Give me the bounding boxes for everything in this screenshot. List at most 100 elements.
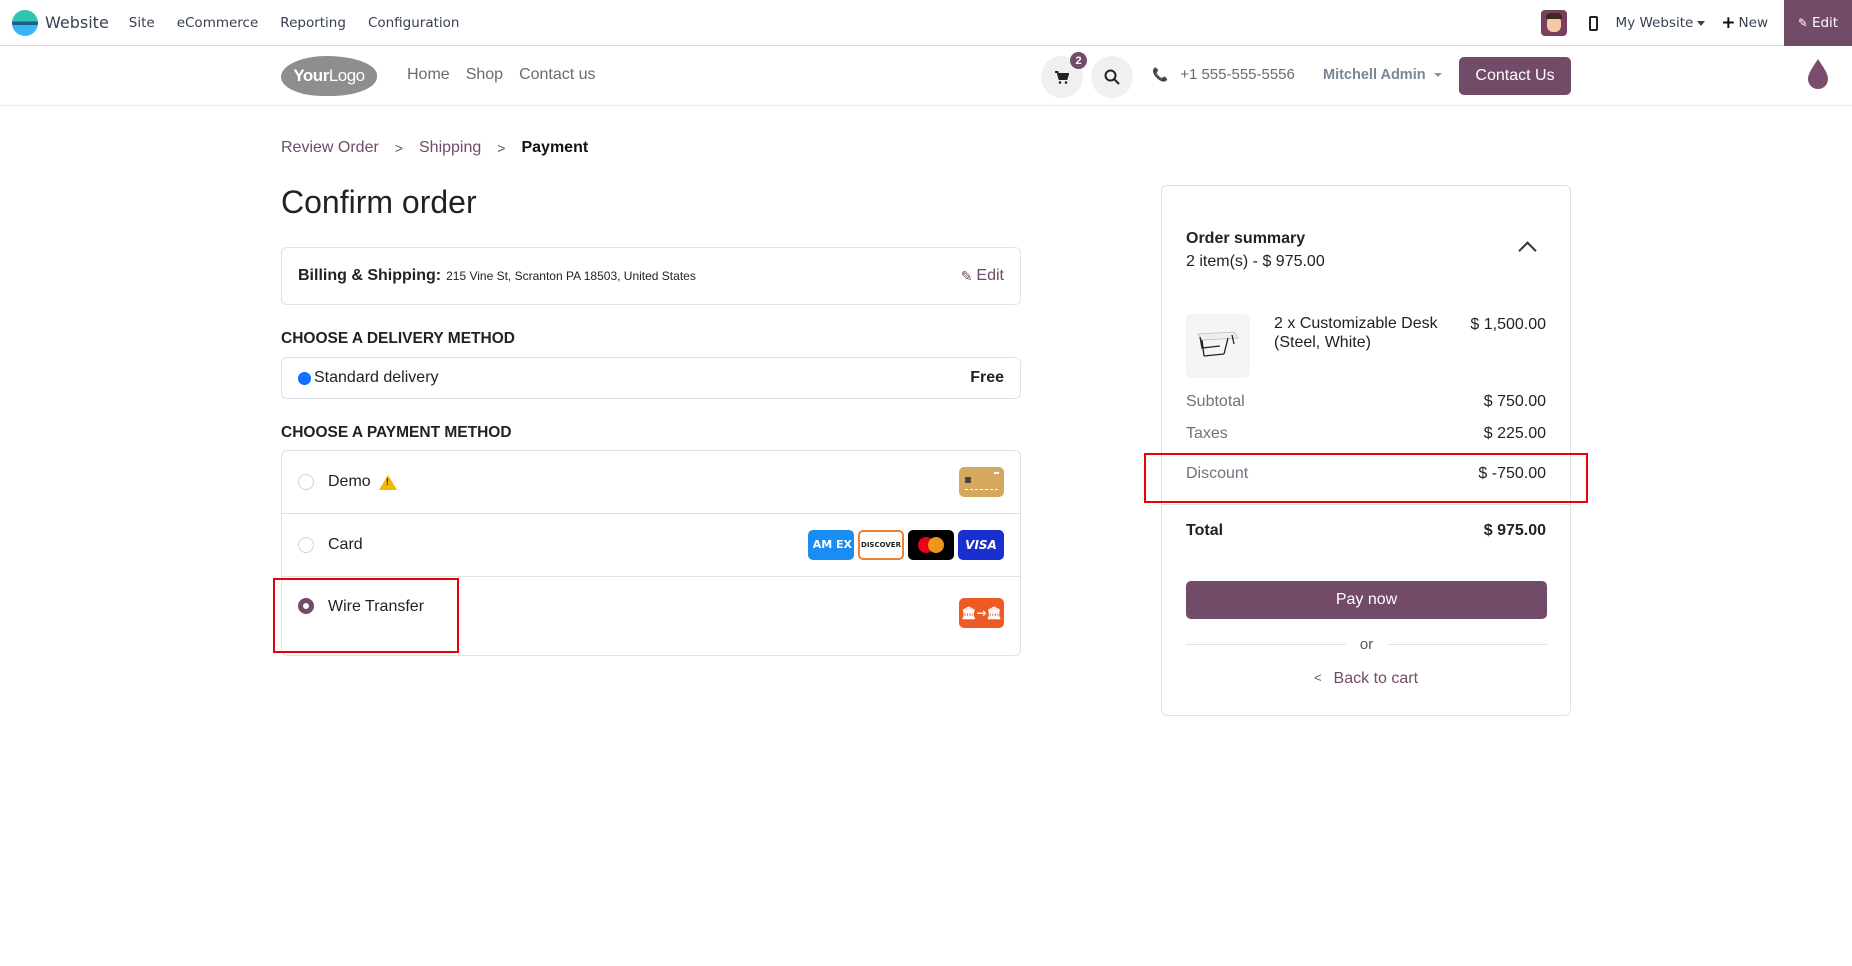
subtotal-value: $ 750.00 bbox=[1483, 393, 1546, 410]
breadcrumb-payment: Payment bbox=[521, 139, 589, 156]
nav-contact-us[interactable]: Contact us bbox=[519, 66, 595, 84]
edit-label: Edit bbox=[1811, 15, 1839, 31]
caret-down-icon bbox=[1433, 73, 1442, 77]
website-selector-label: My Website bbox=[1615, 15, 1694, 31]
total-label: Total bbox=[1186, 522, 1224, 539]
payment-methods-list: Demo Card AM EX DISCOVER VISA Wire Trans… bbox=[281, 450, 1021, 656]
checkout-breadcrumb: Review Order > Shipping > Payment bbox=[281, 139, 588, 157]
user-avatar[interactable] bbox=[1540, 10, 1567, 36]
delivery-method-heading: Choose a delivery method bbox=[281, 330, 515, 347]
menu-site[interactable]: Site bbox=[129, 15, 155, 31]
pay-now-button[interactable]: Pay now bbox=[1186, 581, 1547, 619]
wire-transfer-icon: 🏛→🏛 bbox=[959, 598, 1004, 628]
or-text: or bbox=[1359, 635, 1374, 653]
warning-icon bbox=[378, 474, 397, 490]
breadcrumb-review-order[interactable]: Review Order bbox=[281, 139, 379, 157]
pencil-icon: ✎ bbox=[1797, 16, 1808, 30]
delivery-option[interactable]: Standard delivery Free bbox=[281, 357, 1021, 399]
back-to-cart-label: Back to cart bbox=[1333, 670, 1419, 687]
amex-icon: AM EX bbox=[808, 530, 854, 560]
cart-count-badge: 2 bbox=[1070, 52, 1087, 69]
payment-option-wire-transfer[interactable]: Wire Transfer 🏛→🏛 bbox=[282, 577, 1020, 655]
contact-us-button[interactable]: Contact Us bbox=[1459, 57, 1571, 95]
total-value: $ 975.00 bbox=[1483, 522, 1546, 539]
billing-address: 215 Vine St, Scranton PA 18503, United S… bbox=[446, 269, 696, 283]
desk-icon bbox=[1197, 331, 1239, 357]
edit-address-link[interactable]: ✎ Edit bbox=[961, 267, 1004, 285]
user-name: Mitchell Admin bbox=[1323, 67, 1426, 83]
menu-ecommerce[interactable]: eCommerce bbox=[177, 15, 259, 31]
page-title: Confirm order bbox=[281, 184, 477, 220]
breadcrumb-shipping[interactable]: Shipping bbox=[419, 139, 481, 157]
app-brand[interactable]: Website bbox=[12, 9, 109, 36]
search-icon bbox=[1104, 69, 1120, 85]
breadcrumb-separator: > bbox=[394, 140, 403, 156]
discover-icon: DISCOVER bbox=[858, 530, 904, 560]
cart-icon bbox=[1055, 70, 1069, 84]
taxes-label: Taxes bbox=[1186, 425, 1228, 442]
summary-divider bbox=[1162, 504, 1570, 505]
plus-icon: + bbox=[1721, 13, 1736, 33]
total-row: Total $ 975.00 bbox=[1186, 522, 1546, 540]
payment-radio-checked[interactable] bbox=[298, 598, 314, 614]
odoo-top-bar: Website Site eCommerce Reporting Configu… bbox=[0, 0, 1852, 46]
phone-contact[interactable]: 📞 +1 555-555-5556 bbox=[1152, 66, 1295, 83]
edit-address-label: Edit bbox=[976, 267, 1004, 284]
product-name: 2 x Customizable Desk (Steel, White) bbox=[1274, 315, 1438, 351]
cart-button[interactable]: 2 bbox=[1041, 52, 1087, 98]
payment-option-demo[interactable]: Demo bbox=[282, 451, 1020, 514]
theme-drop-icon[interactable] bbox=[1806, 57, 1830, 91]
nav-shop[interactable]: Shop bbox=[466, 66, 503, 84]
top-menu: Site eCommerce Reporting Configuration bbox=[129, 15, 482, 31]
order-summary-card: Order summary 2 item(s) - $ 975.00 2 x C… bbox=[1161, 185, 1571, 716]
billing-label: Billing & Shipping: bbox=[298, 267, 442, 284]
delivery-price: Free bbox=[970, 369, 1004, 386]
payment-name: Wire Transfer bbox=[328, 598, 425, 615]
delivery-name: Standard delivery bbox=[314, 369, 439, 386]
search-button[interactable] bbox=[1091, 56, 1133, 98]
discount-row: Discount $ -750.00 bbox=[1186, 465, 1546, 483]
billing-shipping-box: Billing & Shipping: 215 Vine St, Scranto… bbox=[281, 247, 1021, 305]
user-menu[interactable]: Mitchell Admin bbox=[1323, 67, 1442, 83]
mastercard-icon bbox=[908, 530, 954, 560]
mobile-preview-icon[interactable] bbox=[1588, 15, 1598, 31]
chevron-left-icon: < bbox=[1313, 670, 1322, 685]
phone-icon: 📞 bbox=[1152, 66, 1169, 82]
subtotal-row: Subtotal $ 750.00 bbox=[1186, 393, 1546, 411]
phone-number: +1 555-555-5556 bbox=[1180, 66, 1295, 83]
product-price: $ 1,500.00 bbox=[1470, 316, 1546, 333]
new-button[interactable]: + New bbox=[1721, 13, 1768, 33]
payment-method-heading: Choose a payment method bbox=[281, 424, 512, 441]
site-logo[interactable]: Your Logo bbox=[281, 56, 377, 96]
new-label: New bbox=[1738, 15, 1768, 31]
chevron-up-icon[interactable] bbox=[1518, 241, 1537, 260]
subtotal-label: Subtotal bbox=[1186, 393, 1245, 410]
payment-radio[interactable] bbox=[298, 474, 314, 490]
visa-icon: VISA bbox=[958, 530, 1004, 560]
logo-bold-text: Your bbox=[293, 66, 329, 85]
website-selector[interactable]: My Website bbox=[1616, 15, 1706, 31]
logo-light-text: Logo bbox=[328, 66, 365, 85]
payment-name: Demo bbox=[328, 473, 371, 490]
delivery-radio-checked[interactable] bbox=[298, 371, 311, 385]
discount-label: Discount bbox=[1186, 465, 1249, 482]
menu-reporting[interactable]: Reporting bbox=[280, 15, 346, 31]
payment-name: Card bbox=[328, 536, 363, 553]
taxes-row: Taxes $ 225.00 bbox=[1186, 425, 1546, 443]
product-image bbox=[1186, 314, 1250, 378]
app-name: Website bbox=[45, 13, 109, 32]
breadcrumb-separator: > bbox=[497, 140, 506, 156]
menu-configuration[interactable]: Configuration bbox=[368, 15, 460, 31]
or-separator: or bbox=[1186, 634, 1547, 654]
back-to-cart-link[interactable]: < Back to cart bbox=[1162, 670, 1570, 688]
order-summary-subtitle: 2 item(s) - $ 975.00 bbox=[1186, 253, 1325, 270]
website-header: Your Logo Home Shop Contact us 2 📞 +1 555… bbox=[0, 47, 1852, 106]
nav-home[interactable]: Home bbox=[407, 66, 450, 84]
payment-option-card[interactable]: Card AM EX DISCOVER VISA bbox=[282, 514, 1020, 577]
payment-radio[interactable] bbox=[298, 537, 314, 553]
caret-down-icon bbox=[1697, 20, 1706, 26]
pencil-icon: ✎ bbox=[960, 267, 973, 284]
edit-website-button[interactable]: ✎ Edit bbox=[1784, 0, 1852, 46]
demo-card-icon bbox=[959, 467, 1004, 497]
discount-value: $ -750.00 bbox=[1478, 465, 1546, 482]
